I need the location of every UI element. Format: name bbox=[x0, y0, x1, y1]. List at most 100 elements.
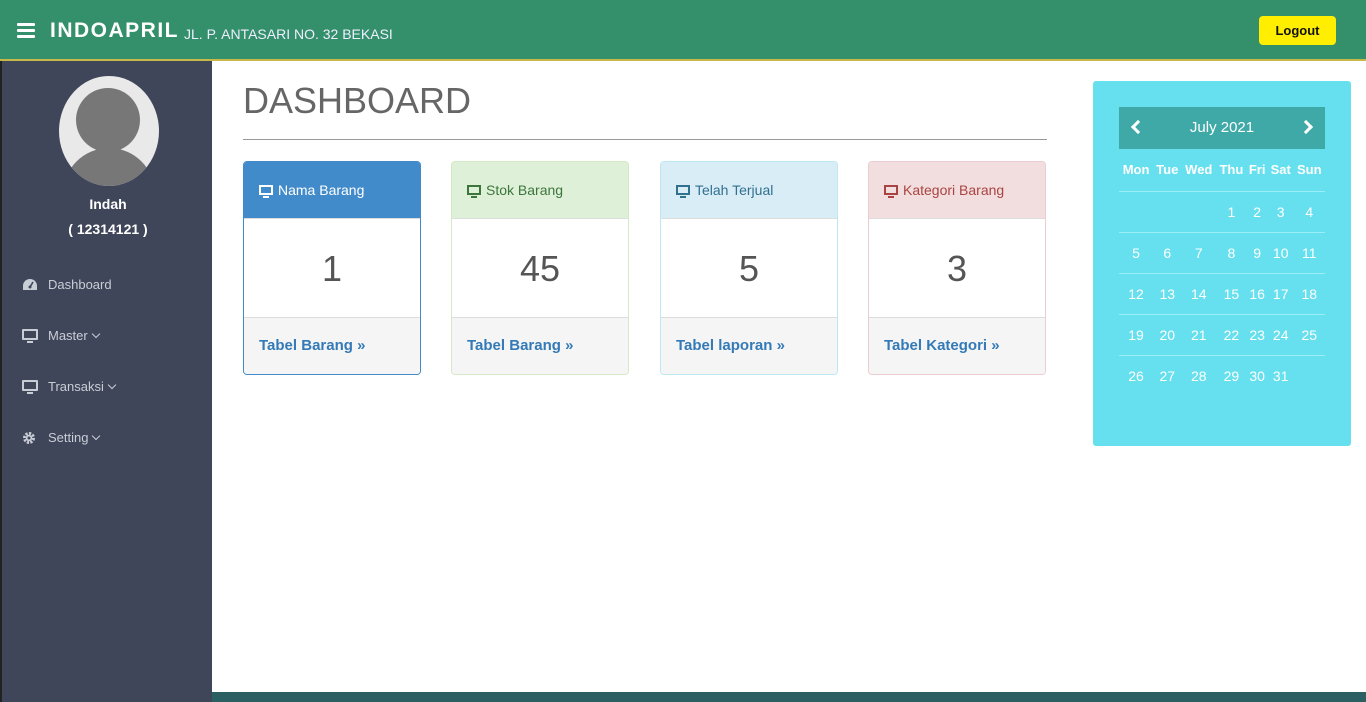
sidebar-item-setting[interactable]: Setting bbox=[22, 430, 101, 445]
logout-button[interactable]: Logout bbox=[1259, 16, 1336, 45]
calendar-week-row: 1234 bbox=[1119, 191, 1325, 233]
calendar-day[interactable]: 20 bbox=[1153, 314, 1182, 356]
calendar-day[interactable]: 13 bbox=[1153, 273, 1182, 315]
calendar-day[interactable]: 25 bbox=[1293, 314, 1325, 356]
panel-heading: Nama Barang bbox=[244, 162, 420, 218]
calendar-day[interactable]: 2 bbox=[1246, 191, 1268, 233]
calendar-day[interactable]: 7 bbox=[1181, 232, 1217, 274]
calendar-week-row: 12 13 14 15 16 17 18 bbox=[1119, 273, 1325, 315]
calendar-day bbox=[1119, 191, 1154, 233]
monitor-icon bbox=[467, 185, 481, 198]
footer-bar bbox=[212, 692, 1366, 702]
panel-heading-label: Stok Barang bbox=[486, 182, 564, 198]
calendar-month-label[interactable]: July 2021 bbox=[1119, 119, 1325, 136]
calendar-day[interactable]: 23 bbox=[1246, 314, 1268, 356]
calendar-day[interactable]: 31 bbox=[1268, 355, 1294, 396]
calendar-day[interactable]: 11 bbox=[1293, 232, 1325, 274]
sidebar-item-dashboard[interactable]: Dashboard bbox=[22, 277, 112, 292]
calendar-weekday: Mon bbox=[1119, 149, 1154, 192]
sidebar-item-label: Transaksi bbox=[48, 379, 104, 394]
calendar-weekday: Tue bbox=[1153, 149, 1182, 192]
panel-value: 5 bbox=[661, 218, 837, 318]
store-address: JL. P. ANTASARI NO. 32 BEKASI bbox=[184, 26, 393, 42]
monitor-icon bbox=[259, 185, 273, 198]
panel-heading: Stok Barang bbox=[452, 162, 628, 218]
monitor-icon bbox=[676, 185, 690, 198]
avatar bbox=[59, 76, 159, 186]
calendar-weekday: Sun bbox=[1293, 149, 1325, 192]
calendar-day[interactable]: 28 bbox=[1181, 355, 1216, 396]
dashboard-icon bbox=[22, 278, 40, 292]
calendar-weekday: Thu bbox=[1216, 149, 1247, 192]
page-title: DASHBOARD bbox=[243, 80, 472, 121]
sidebar-item-transaksi[interactable]: Transaksi bbox=[22, 379, 117, 394]
calendar-day bbox=[1294, 355, 1325, 396]
monitor-icon bbox=[884, 185, 898, 198]
panel-value: 1 bbox=[244, 218, 420, 318]
calendar-widget: July 2021 Mon Tue Wed Thu Fri Sat Sun 12345678… bbox=[1093, 81, 1351, 446]
chevron-down-icon bbox=[107, 380, 117, 389]
calendar-week-row: 19 20 21 22 23 24 25 bbox=[1119, 314, 1325, 356]
top-navbar: INDOAPRIL JL. P. ANTASARI NO. 32 BEKASI … bbox=[0, 0, 1366, 61]
panel-link[interactable]: Tabel Barang » bbox=[244, 318, 420, 374]
calendar-weekday: Fri bbox=[1246, 149, 1268, 192]
calendar-day[interactable]: 21 bbox=[1181, 314, 1217, 356]
calendar-day[interactable]: 16 bbox=[1246, 273, 1268, 315]
sidebar-item-label: Setting bbox=[48, 430, 89, 445]
calendar-day[interactable]: 15 bbox=[1216, 273, 1247, 315]
menu-toggle-icon[interactable] bbox=[17, 23, 35, 38]
panel-stok-barang: Stok Barang 45 Tabel Barang » bbox=[451, 161, 629, 375]
calendar-weekday: Sat bbox=[1267, 149, 1294, 192]
brand-name: INDOAPRIL bbox=[50, 19, 179, 42]
monitor-icon bbox=[22, 379, 40, 394]
calendar-day bbox=[1153, 191, 1182, 233]
calendar-day[interactable]: 17 bbox=[1267, 273, 1294, 315]
calendar-day[interactable]: 12 bbox=[1119, 273, 1154, 315]
user-name: Indah bbox=[89, 196, 127, 212]
panel-link[interactable]: Tabel Kategori » bbox=[869, 318, 1045, 374]
calendar-weekday: Wed bbox=[1181, 149, 1217, 192]
panel-heading-label: Kategori Barang bbox=[903, 182, 1005, 198]
calendar-day[interactable]: 19 bbox=[1119, 314, 1154, 356]
calendar-day[interactable]: 29 bbox=[1216, 355, 1246, 396]
calendar-day[interactable]: 10 bbox=[1267, 232, 1294, 274]
calendar-day[interactable]: 4 bbox=[1293, 191, 1325, 233]
calendar-day bbox=[1181, 191, 1217, 233]
calendar-day[interactable]: 26 bbox=[1119, 355, 1153, 396]
panel-heading: Telah Terjual bbox=[661, 162, 837, 218]
calendar-day[interactable]: 9 bbox=[1246, 232, 1268, 274]
chevron-down-icon bbox=[92, 431, 101, 440]
user-id: ( 12314121 ) bbox=[68, 221, 148, 237]
calendar-day[interactable]: 27 bbox=[1153, 355, 1181, 396]
panel-heading: Kategori Barang bbox=[869, 162, 1045, 218]
panel-kategori-barang: Kategori Barang 3 Tabel Kategori » bbox=[868, 161, 1046, 375]
sidebar-item-label: Master bbox=[48, 328, 88, 343]
title-divider bbox=[243, 139, 1047, 140]
calendar-day[interactable]: 8 bbox=[1216, 232, 1247, 274]
chevron-down-icon bbox=[91, 329, 100, 338]
monitor-icon bbox=[22, 328, 40, 343]
panel-link[interactable]: Tabel Barang » bbox=[452, 318, 628, 374]
calendar-grid: Mon Tue Wed Thu Fri Sat Sun 1 2 3 4 5 6 7 8 9 10 11 12 13 1… bbox=[1119, 149, 1325, 396]
calendar-header: July 2021 bbox=[1119, 107, 1325, 149]
calendar-day[interactable]: 1 bbox=[1216, 191, 1247, 233]
calendar-day[interactable]: 3 bbox=[1267, 191, 1294, 233]
calendar-day[interactable]: 18 bbox=[1293, 273, 1325, 315]
sidebar-item-label: Dashboard bbox=[48, 277, 112, 292]
sidebar-item-master[interactable]: Master bbox=[22, 328, 100, 343]
calendar-day[interactable]: 30 bbox=[1247, 355, 1268, 396]
panel-value: 45 bbox=[452, 218, 628, 318]
calendar-week-row: 5 6 7 8 9 10 11 bbox=[1119, 232, 1325, 274]
panel-telah-terjual: Telah Terjual 5 Tabel laporan » bbox=[660, 161, 838, 375]
calendar-day[interactable]: 6 bbox=[1153, 232, 1182, 274]
calendar-day[interactable]: 5 bbox=[1119, 232, 1154, 274]
calendar-day[interactable]: 14 bbox=[1181, 273, 1217, 315]
calendar-day[interactable]: 22 bbox=[1216, 314, 1247, 356]
panel-link[interactable]: Tabel laporan » bbox=[661, 318, 837, 374]
sidebar: Indah ( 12314121 ) Dashboard Master Tran… bbox=[0, 61, 212, 702]
panel-nama-barang: Nama Barang 1 Tabel Barang » bbox=[243, 161, 421, 375]
panel-heading-label: Nama Barang bbox=[278, 182, 365, 198]
panel-value: 3 bbox=[869, 218, 1045, 318]
calendar-day[interactable]: 24 bbox=[1267, 314, 1294, 356]
calendar-week-row: 26 27 28 29 30 31 bbox=[1119, 355, 1325, 396]
